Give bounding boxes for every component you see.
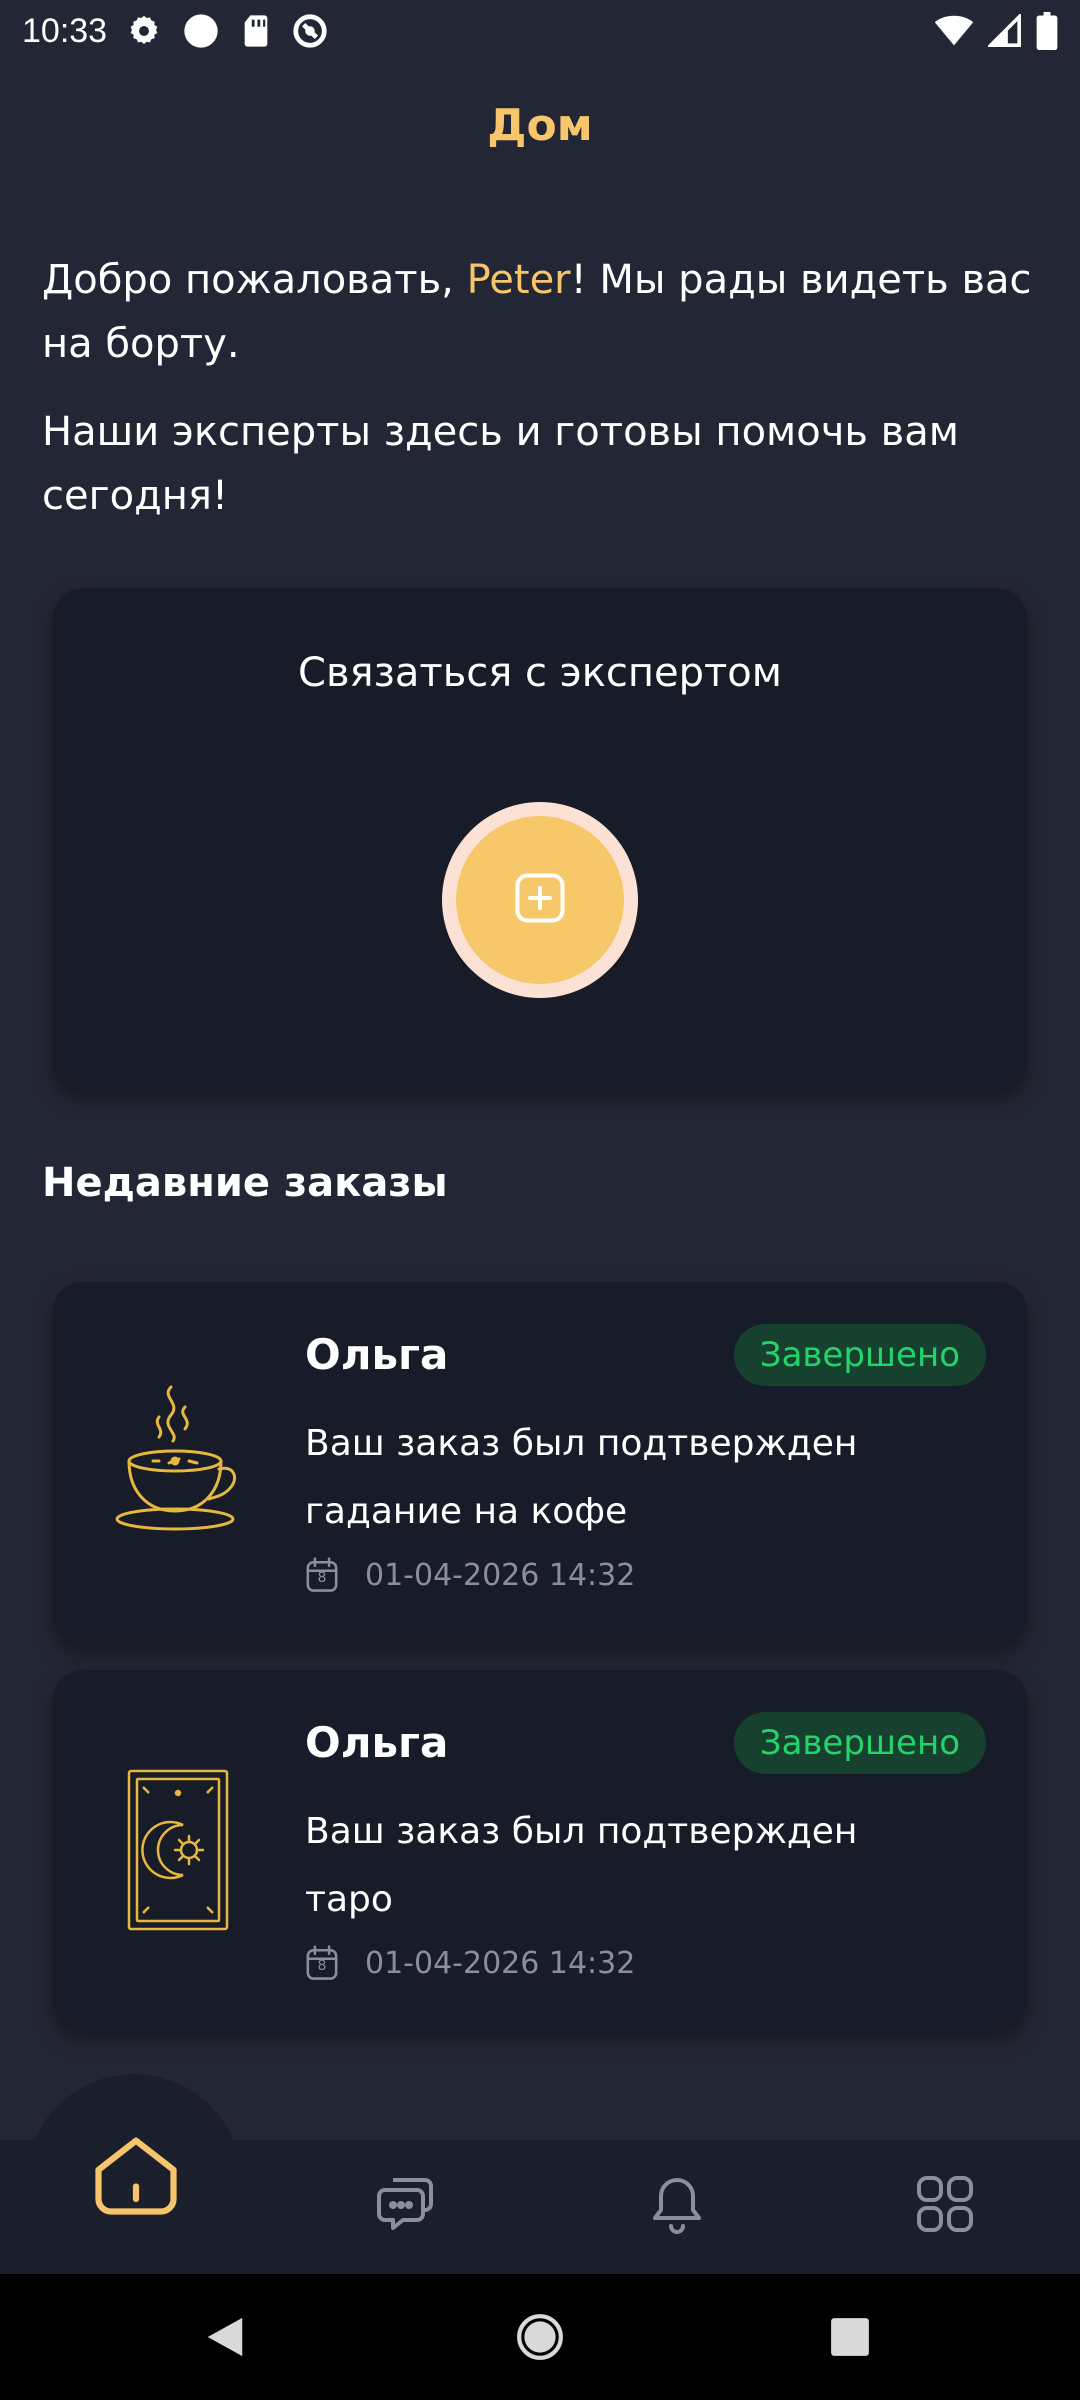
do-not-disturb-icon (291, 12, 329, 50)
welcome-line-2: Наши эксперты здесь и готовы помочь вам … (42, 409, 959, 519)
signal-icon (988, 14, 1022, 48)
calendar-day: 8 (317, 1958, 327, 1974)
contact-expert-title: Связаться с экспертом (298, 650, 782, 696)
welcome-line-1: Добро пожаловать, Peter! Мы рады видеть … (42, 248, 1042, 376)
coffee-cup-icon (103, 1372, 253, 1552)
welcome-prefix: Добро пожаловать, (42, 257, 467, 303)
order-description: Ваш заказ был подтвержден гадание на коф… (305, 1410, 955, 1546)
back-triangle-icon (203, 2314, 247, 2364)
order-desc-line-2: таро (305, 1879, 393, 1920)
wifi-icon (934, 15, 974, 47)
order-description: Ваш заказ был подтвержден таро (305, 1798, 955, 1934)
order-date: 01-04-2026 14:32 (365, 1557, 636, 1593)
nav-chat[interactable] (350, 2166, 460, 2246)
order-date-row: 8 01-04-2026 14:32 (305, 1556, 635, 1594)
status-bar: 10:33 (0, 0, 1080, 62)
recents-square-icon (829, 2316, 871, 2362)
calendar-day: 8 (317, 1570, 327, 1586)
gear-icon (127, 14, 161, 48)
battery-icon (1036, 12, 1058, 50)
home-icon (86, 2124, 186, 2228)
user-name: Peter (466, 257, 571, 303)
order-card[interactable]: Ольга Завершено Ваш заказ был подтвержде… (53, 1670, 1027, 2032)
page-title: Дом (487, 100, 593, 151)
status-badge: Завершено (733, 1324, 986, 1386)
status-badge: Завершено (733, 1712, 986, 1774)
order-desc-line-2: гадание на кофе (305, 1491, 628, 1532)
contact-expert-button[interactable] (442, 802, 638, 998)
nav-notifications[interactable] (622, 2166, 732, 2246)
calendar-icon: 8 (305, 1556, 339, 1594)
calendar-icon: 8 (305, 1944, 339, 1982)
tarot-card-icon (103, 1760, 253, 1940)
order-expert-name: Ольга (305, 1330, 449, 1379)
order-date: 01-04-2026 14:32 (365, 1945, 636, 1981)
contact-expert-button-inner (456, 816, 624, 984)
nav-menu[interactable] (890, 2166, 1000, 2246)
system-recents-button[interactable] (815, 2304, 885, 2374)
system-back-button[interactable] (190, 2304, 260, 2374)
order-expert-name: Ольга (305, 1718, 449, 1767)
grid-icon (913, 2172, 977, 2240)
order-card[interactable]: Ольга Завершено Ваш заказ был подтвержде… (53, 1282, 1027, 1646)
home-circle-icon (515, 2312, 565, 2366)
plus-square-icon (510, 868, 570, 932)
chat-icon (373, 2172, 437, 2240)
system-nav-bar (0, 2274, 1080, 2400)
bell-icon (647, 2172, 707, 2240)
nav-home[interactable] (72, 2112, 200, 2240)
recent-orders-title: Недавние заказы (42, 1160, 448, 1206)
welcome-message: Добро пожаловать, Peter! Мы рады видеть … (42, 248, 1042, 528)
order-desc-line-1: Ваш заказ был подтвержден (305, 1811, 858, 1852)
system-home-button[interactable] (505, 2304, 575, 2374)
status-time: 10:33 (22, 11, 108, 50)
order-date-row: 8 01-04-2026 14:32 (305, 1944, 635, 1982)
circle-icon (181, 11, 221, 51)
order-desc-line-1: Ваш заказ был подтвержден (305, 1423, 858, 1464)
sd-card-icon (241, 14, 271, 48)
contact-expert-card: Связаться с экспертом (53, 588, 1027, 1092)
